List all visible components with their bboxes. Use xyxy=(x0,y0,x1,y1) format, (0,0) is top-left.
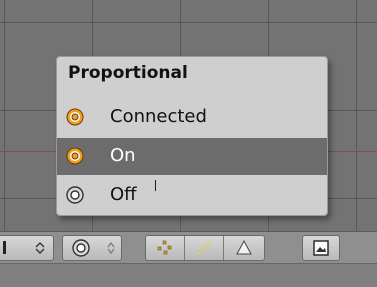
image-icon xyxy=(313,240,329,256)
menu-item-label: Connected xyxy=(110,106,207,127)
render-button[interactable] xyxy=(302,235,340,261)
proportional-off-icon xyxy=(72,239,90,257)
edge-select-button[interactable] xyxy=(185,236,224,260)
mode-dropdown-value-icon xyxy=(3,241,6,254)
updown-arrow-icon xyxy=(35,242,45,254)
edge-select-icon xyxy=(197,241,211,255)
menu-title: Proportional xyxy=(68,63,188,83)
proportional-on-icon xyxy=(66,147,84,165)
proportional-off-icon xyxy=(66,186,84,204)
vertex-select-icon xyxy=(157,240,172,255)
updown-arrow-icon xyxy=(107,242,115,254)
proportional-connected-icon xyxy=(66,108,84,126)
face-select-icon xyxy=(236,239,252,255)
proportional-menu: Proportional Connected On Off xyxy=(56,56,328,216)
face-select-button[interactable] xyxy=(224,236,264,260)
select-mode-group xyxy=(145,235,265,261)
proportional-edit-dropdown[interactable] xyxy=(62,235,122,261)
viewport-header xyxy=(0,231,377,264)
menu-item-off[interactable]: Off xyxy=(57,177,327,214)
menu-item-on[interactable]: On xyxy=(57,138,327,175)
mode-dropdown[interactable] xyxy=(0,235,54,261)
menu-item-label: On xyxy=(110,145,136,166)
menu-item-connected[interactable]: Connected xyxy=(57,99,327,136)
lower-panel xyxy=(0,263,377,287)
vertex-select-button[interactable] xyxy=(146,236,185,260)
menu-item-label: Off xyxy=(110,184,137,205)
